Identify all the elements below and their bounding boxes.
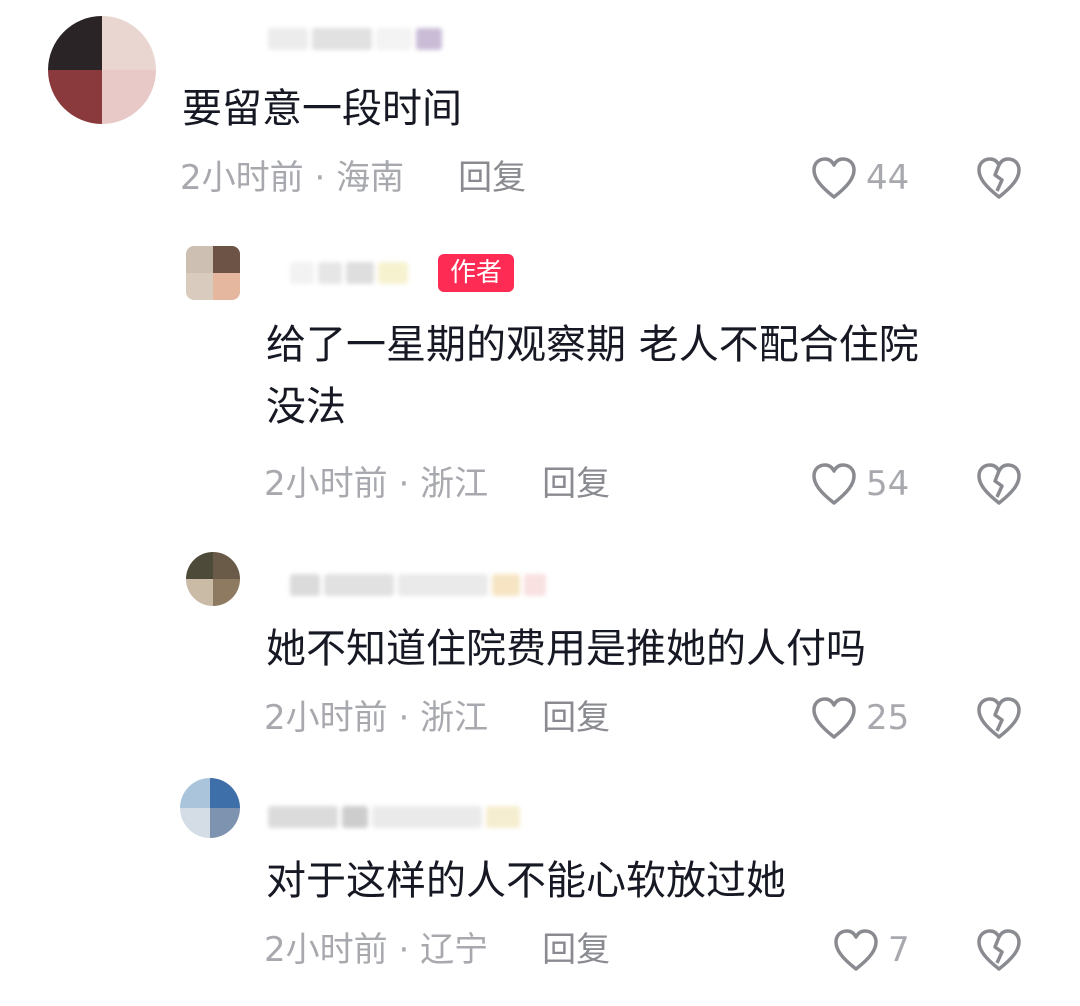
reply-button[interactable]: 回复 (542, 696, 610, 740)
username-obscured[interactable] (268, 802, 520, 832)
comment-text: 对于这样的人不能心软放过她 (266, 858, 786, 904)
like-button[interactable]: 44 (810, 155, 909, 201)
like-count: 7 (888, 930, 910, 970)
meta-separator: · (303, 158, 337, 198)
comment-text: 要留意一段时间 (182, 86, 462, 132)
broken-heart-icon[interactable] (975, 695, 1023, 741)
comment-time: 2小时前 (264, 464, 388, 504)
reply-comment-item: 她不知道住院费用是推她的人付吗 2小时前 · 浙江 回复 25 (0, 540, 1080, 750)
like-button[interactable]: 7 (832, 927, 910, 973)
meta-separator: · (387, 464, 421, 504)
broken-heart-icon[interactable] (975, 461, 1023, 507)
comment-time: 2小时前 (264, 930, 388, 970)
comment-meta: 2小时前 · 浙江 回复 (264, 696, 610, 740)
heart-outline-icon (812, 463, 856, 505)
avatar[interactable] (48, 16, 156, 124)
username-obscured[interactable] (290, 258, 408, 288)
like-count: 25 (866, 698, 910, 738)
reply-comment-item: 对于这样的人不能心软放过她 2小时前 · 辽宁 回复 7 (0, 772, 1080, 1006)
reply-comment-item: 作者 给了一星期的观察期 老人不配合住院 没法 2小时前 · 浙江 回复 54 (0, 230, 1080, 520)
comment-meta: 2小时前 · 海南 回复 (180, 156, 526, 200)
comment-item: 要留意一段时间 2小时前 · 海南 回复 44 (0, 0, 1080, 230)
reply-button[interactable]: 回复 (542, 462, 610, 506)
like-button[interactable]: 25 (810, 695, 909, 741)
heart-outline-icon (812, 157, 856, 199)
like-button[interactable]: 54 (810, 461, 909, 507)
comment-location: 浙江 (420, 698, 489, 738)
comment-text: 她不知道住院费用是推她的人付吗 (266, 626, 866, 672)
broken-heart-icon[interactable] (975, 155, 1023, 201)
comment-meta: 2小时前 · 浙江 回复 (264, 462, 610, 506)
avatar[interactable] (180, 778, 240, 838)
like-count: 54 (866, 464, 910, 504)
meta-separator: · (387, 930, 421, 970)
avatar[interactable] (186, 552, 240, 606)
like-count: 44 (866, 158, 910, 198)
heart-outline-icon (834, 929, 878, 971)
meta-separator: · (387, 698, 421, 738)
comment-meta: 2小时前 · 辽宁 回复 (264, 928, 610, 972)
username-obscured[interactable] (290, 570, 546, 600)
comment-time: 2小时前 (180, 158, 304, 198)
comment-location: 浙江 (420, 464, 489, 504)
avatar[interactable] (186, 246, 240, 300)
broken-heart-icon[interactable] (975, 927, 1023, 973)
reply-button[interactable]: 回复 (542, 928, 610, 972)
comment-location: 辽宁 (420, 930, 489, 970)
comment-time: 2小时前 (264, 698, 388, 738)
comment-text: 给了一星期的观察期 老人不配合住院 没法 (266, 322, 919, 430)
username-obscured[interactable] (268, 24, 442, 54)
author-tag: 作者 (438, 254, 515, 292)
heart-outline-icon (812, 697, 856, 739)
reply-button[interactable]: 回复 (458, 156, 526, 200)
comment-location: 海南 (336, 158, 405, 198)
